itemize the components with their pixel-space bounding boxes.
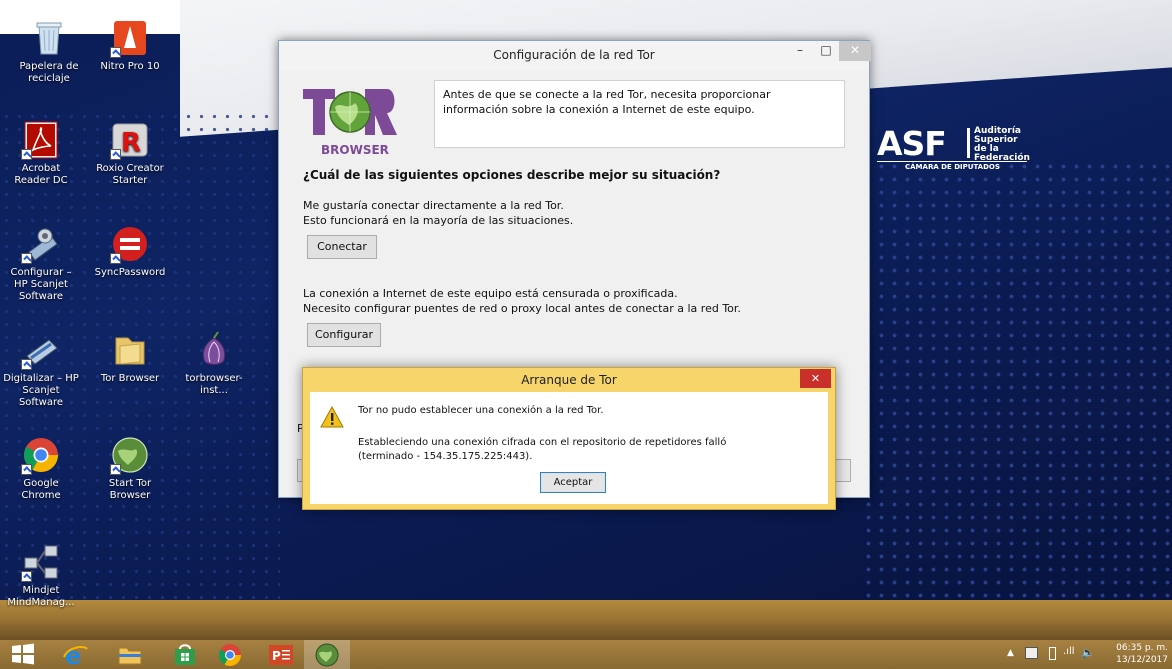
svg-text:R: R <box>121 128 141 158</box>
hp-scanjet-scan-icon <box>21 330 61 370</box>
tor-browser-logo: BROWSER <box>301 81 399 161</box>
internet-explorer-icon: e <box>63 643 88 667</box>
asf-logo: ASF Auditoría Superior de la Federación … <box>877 124 1037 174</box>
shortcut-arrow-icon <box>21 359 32 370</box>
connect-button[interactable]: Conectar <box>307 235 377 259</box>
svg-text:P: P <box>272 649 281 663</box>
window-title: Configuración de la red Tor <box>493 48 655 62</box>
warning-icon <box>320 405 344 428</box>
clock-time: 06:35 p. m. <box>1116 643 1168 653</box>
accept-button[interactable]: Aceptar <box>540 472 606 493</box>
dialog-titlebar[interactable]: Arranque de Tor ✕ <box>303 368 835 392</box>
show-hidden-icons-icon[interactable]: ▲ <box>1007 648 1014 658</box>
tor-startup-error-dialog: Arranque de Tor ✕ Tor no pudo establecer… <box>302 367 836 510</box>
nitro-pro-icon <box>110 18 150 58</box>
wallpaper-dots-right <box>862 160 1172 600</box>
desktop-icon-recycle-bin[interactable]: Papelera de reciclaje <box>11 18 87 85</box>
error-detail: Estableciendo una conexión cifrada con e… <box>358 437 727 462</box>
recycle-bin-icon <box>29 18 69 58</box>
volume-icon[interactable]: 🔈 <box>1081 646 1095 659</box>
acrobat-reader-icon <box>21 120 61 160</box>
shortcut-arrow-icon <box>110 464 121 475</box>
shortcut-arrow-icon <box>21 253 32 264</box>
question-heading: ¿Cuál de las siguientes opciones describ… <box>303 168 721 182</box>
syncpassword-icon <box>110 224 150 264</box>
clock-date: 13/12/2017 <box>1116 655 1168 665</box>
desktop-icon-hp-scanjet-scan[interactable]: Digitalizar – HP Scanjet Software <box>3 330 79 409</box>
file-explorer-icon <box>118 647 142 665</box>
clock[interactable]: 06:35 p. m. 13/12/2017 <box>1116 642 1168 666</box>
hp-scanjet-config-icon <box>21 224 61 264</box>
desktop-icon-start-tor-browser[interactable]: Start Tor Browser <box>92 435 168 502</box>
tor-browser-icon <box>315 643 339 667</box>
shortcut-arrow-icon <box>21 571 32 582</box>
taskbar: e P ▲ .ıll 🔈 06:35 p. m. 13/12/2017 <box>0 640 1172 669</box>
start-button[interactable] <box>0 640 46 669</box>
dialog-close-button[interactable]: ✕ <box>800 369 831 388</box>
mindjet-icon <box>21 542 61 582</box>
taskbar-powerpoint[interactable]: P <box>258 640 304 669</box>
asf-logo-text: ASF <box>877 124 947 163</box>
shortcut-arrow-icon <box>110 47 121 58</box>
option-proxy-line1: La conexión a Internet de este equipo es… <box>303 287 678 300</box>
desktop-icon-google-chrome[interactable]: Google Chrome <box>3 435 79 502</box>
desktop-icon-acrobat-reader[interactable]: Acrobat Reader DC <box>3 120 79 187</box>
shortcut-arrow-icon <box>21 149 32 160</box>
option-proxy-line2: Necesito configurar puentes de red o pro… <box>303 302 741 315</box>
shortcut-arrow-icon <box>110 149 121 160</box>
desktop-icon-tor-browser-folder[interactable]: Tor Browser <box>92 330 168 385</box>
desktop-icon-syncpassword[interactable]: SyncPassword <box>92 224 168 279</box>
system-tray: ▲ .ıll 🔈 06:35 p. m. 13/12/2017 <box>997 640 1172 669</box>
taskbar-chrome[interactable] <box>207 640 253 669</box>
dialog-title: Arranque de Tor <box>521 373 617 387</box>
tor-onion-icon <box>194 330 234 370</box>
desktop-icon-mindjet[interactable]: Mindjet MindManag... <box>3 542 79 609</box>
window-titlebar[interactable]: Configuración de la red Tor – □ ✕ <box>279 41 871 70</box>
asf-logo-sub: CÁMARA DE DIPUTADOS <box>905 163 1000 171</box>
taskbar-internet-explorer[interactable]: e <box>52 640 98 669</box>
desktop-icon-torbrowser-installer[interactable]: torbrowser-inst... <box>176 330 252 397</box>
tor-globe-icon <box>110 435 150 475</box>
chrome-icon <box>219 644 241 666</box>
configure-button[interactable]: Configurar <box>307 323 381 347</box>
tor-logo-text: BROWSER <box>321 143 389 157</box>
network-signal-icon[interactable]: .ıll <box>1063 646 1075 657</box>
taskbar-tor-browser[interactable] <box>304 640 350 669</box>
windows-start-icon <box>12 643 34 665</box>
taskbar-file-explorer[interactable] <box>107 640 153 669</box>
desktop-icon-hp-scanjet-config[interactable]: Configurar – HP Scanjet Software <box>3 224 79 303</box>
info-box: Antes de que se conecte a la red Tor, ne… <box>434 80 845 148</box>
folder-icon <box>110 330 150 370</box>
roxio-creator-icon: R <box>110 120 150 160</box>
error-message: Tor no pudo establecer una conexión a la… <box>358 405 604 416</box>
desktop-icon-nitro-pro[interactable]: Nitro Pro 10 <box>92 18 168 73</box>
wallpaper-gold-band <box>0 600 1172 640</box>
powerpoint-icon: P <box>269 645 293 665</box>
store-icon <box>175 644 195 665</box>
action-center-icon[interactable] <box>1025 647 1038 659</box>
maximize-button[interactable]: □ <box>813 41 839 61</box>
dialog-body: Tor no pudo establecer una conexión a la… <box>310 392 828 504</box>
battery-icon[interactable] <box>1049 647 1056 660</box>
option-direct-line1: Me gustaría conectar directamente a la r… <box>303 199 564 212</box>
shortcut-arrow-icon <box>21 464 32 475</box>
desktop-icon-roxio-creator[interactable]: R Roxio Creator Starter <box>92 120 168 187</box>
taskbar-store[interactable] <box>162 640 208 669</box>
chrome-icon <box>21 435 61 475</box>
shortcut-arrow-icon <box>110 253 121 264</box>
minimize-button[interactable]: – <box>787 41 813 61</box>
option-direct-line2: Esto funcionará en la mayoría de las sit… <box>303 214 574 227</box>
close-button[interactable]: ✕ <box>839 41 871 61</box>
